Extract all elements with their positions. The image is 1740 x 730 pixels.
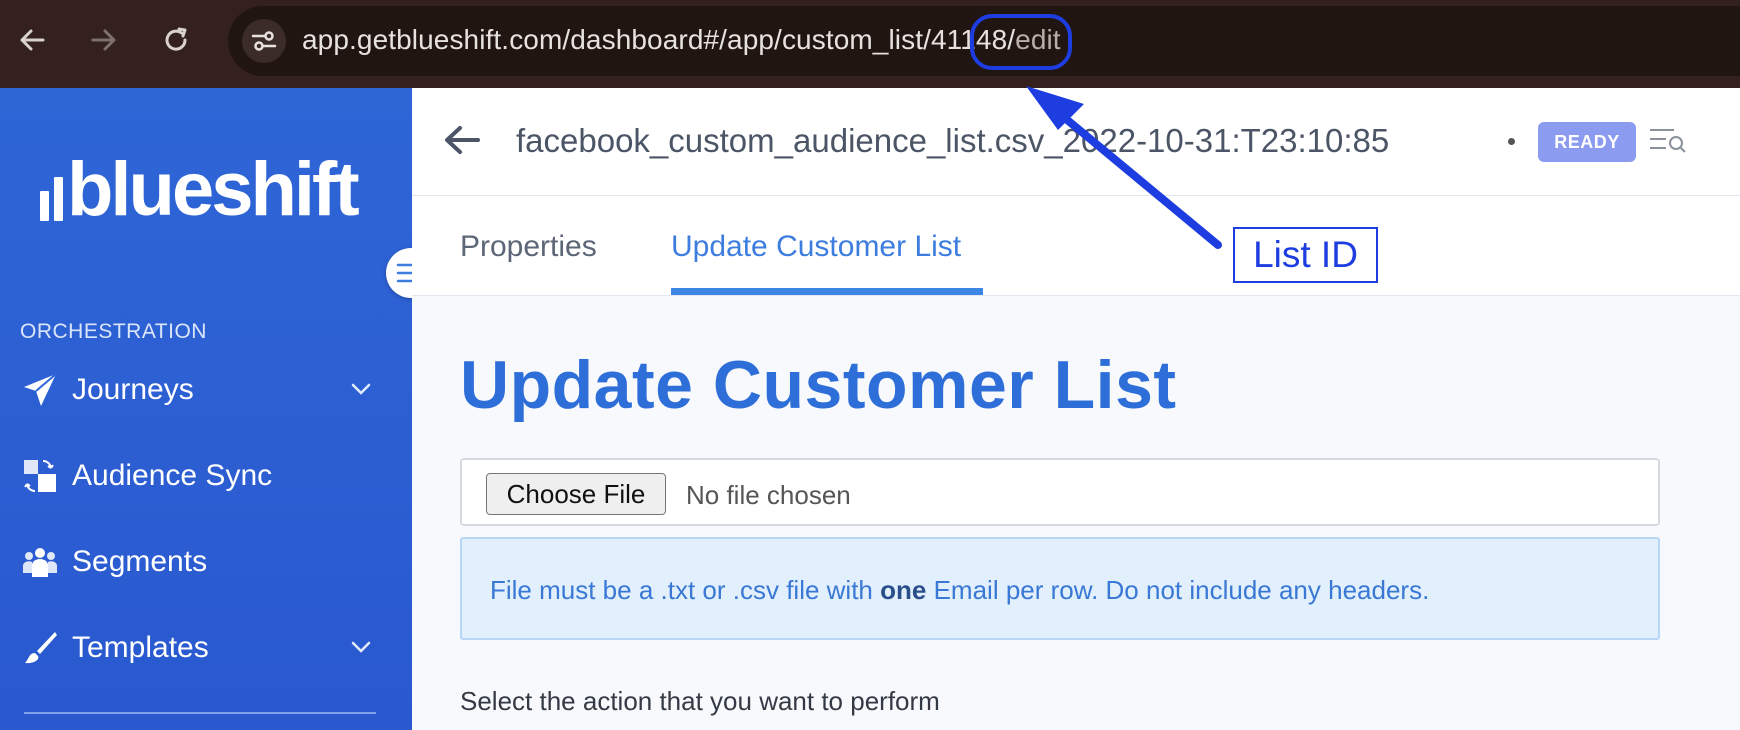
main-content: facebook_custom_audience_list.csv_2022-1…: [412, 88, 1740, 730]
list-title: facebook_custom_audience_list.csv_2022-1…: [516, 122, 1390, 159]
no-file-chosen-text: No file chosen: [686, 480, 851, 510]
brush-icon: [20, 628, 60, 668]
info-text-start: File must be a .txt or .csv file with: [490, 575, 881, 605]
sidebar-item-label: Templates: [72, 631, 209, 664]
file-upload-field[interactable]: Choose File No file chosen: [460, 458, 1660, 526]
sidebar-item-label: Segments: [72, 545, 208, 578]
sidebar-item-templates[interactable]: Templates: [0, 618, 412, 678]
sidebar: blueshift ORCHESTRATION Journeys Audienc…: [0, 88, 412, 730]
tab-properties[interactable]: Properties: [460, 230, 597, 264]
sidebar-item-label: Audience Sync: [72, 459, 273, 492]
list-id-highlight-circle: [970, 14, 1072, 70]
separator-dot: [1508, 138, 1515, 145]
sidebar-item-label: Journeys: [72, 373, 194, 406]
action-select-label: Select the action that you want to perfo…: [460, 686, 940, 716]
back-icon[interactable]: [12, 20, 52, 60]
list-search-icon[interactable]: [1648, 126, 1688, 161]
browser-toolbar: app.getblueshift.com/dashboard#/app/cust…: [0, 0, 1740, 88]
choose-file-button[interactable]: Choose File: [486, 473, 666, 515]
tab-bar: Properties Update Customer List: [412, 196, 1740, 296]
logo-bars-icon: [40, 163, 63, 221]
tab-update-customer-list[interactable]: Update Customer List: [671, 230, 961, 264]
info-text-end: Email per row. Do not include any header…: [926, 575, 1430, 605]
info-text-bold: one: [880, 575, 927, 605]
chevron-down-icon[interactable]: [350, 378, 372, 405]
paper-plane-icon: [20, 370, 60, 410]
blueshift-logo[interactable]: blueshift: [40, 146, 360, 233]
reload-icon[interactable]: [156, 20, 196, 60]
file-format-info-text: File must be a .txt or .csv file with on…: [490, 575, 1429, 606]
sidebar-item-audience-sync[interactable]: Audience Sync: [0, 446, 412, 506]
active-tab-indicator: [671, 288, 983, 295]
site-settings-icon[interactable]: [242, 19, 286, 63]
sync-squares-icon: [20, 456, 60, 496]
url-text: app.getblueshift.com/dashboard#/app/cust…: [302, 24, 1061, 56]
forward-icon[interactable]: [84, 20, 124, 60]
page-title: Update Customer List: [460, 347, 1177, 423]
url-host-path: app.getblueshift.com/dashboard#/app/cust…: [302, 24, 931, 55]
page-header: facebook_custom_audience_list.csv_2022-1…: [412, 88, 1740, 196]
logo-text: blueshift: [67, 147, 360, 232]
list-id-annotation-label: List ID: [1233, 227, 1378, 283]
back-arrow-icon[interactable]: [440, 118, 484, 167]
sidebar-item-journeys[interactable]: Journeys: [0, 360, 412, 420]
status-badge: READY: [1538, 122, 1636, 162]
sidebar-divider: [24, 712, 376, 714]
section-label-orchestration: ORCHESTRATION: [20, 320, 207, 343]
file-format-info: File must be a .txt or .csv file with on…: [460, 537, 1660, 640]
chevron-down-icon[interactable]: [350, 636, 372, 663]
sidebar-item-segments[interactable]: Segments: [0, 532, 412, 592]
people-group-icon: [20, 542, 60, 582]
